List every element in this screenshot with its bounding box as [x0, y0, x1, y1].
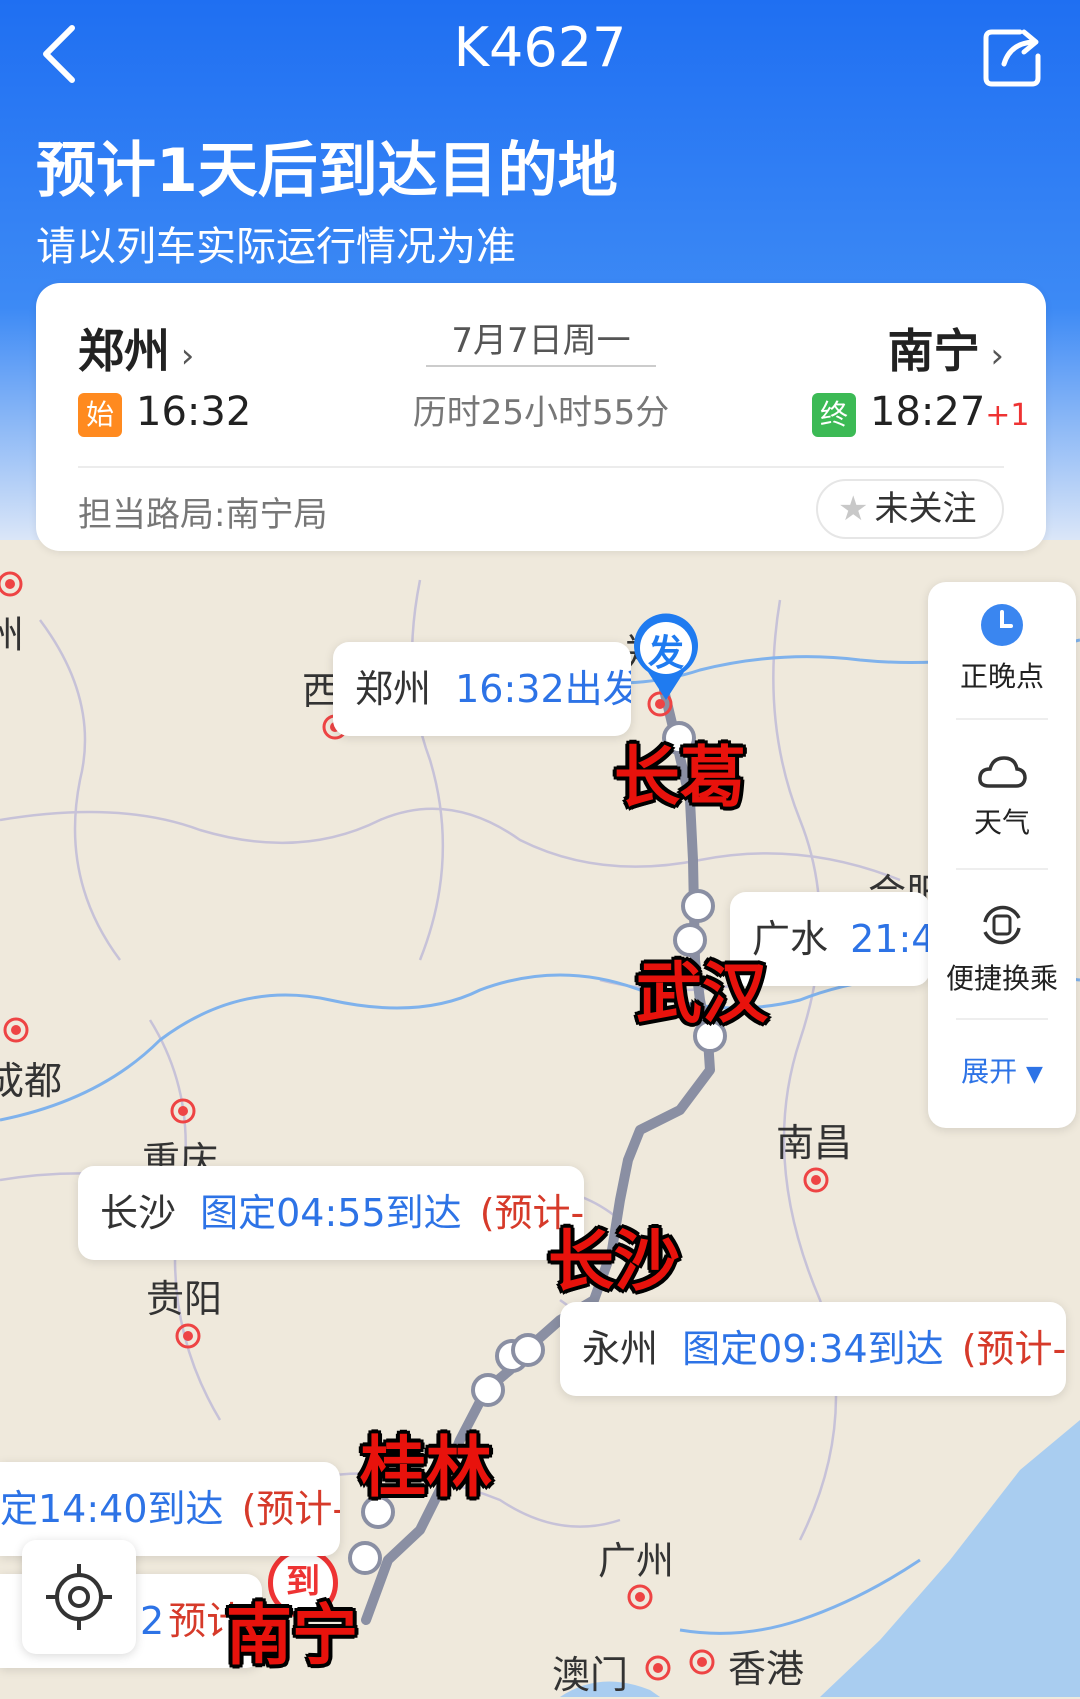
triangle-down-icon: ▼ [1026, 1062, 1043, 1087]
callout-zhengzhou[interactable]: 郑州 16:32出发 [333, 642, 631, 736]
day-offset: +1 [985, 398, 1030, 433]
journey-card: 郑州 › 始 16:32 7月7日周一 历时25小时55分 南宁 › 终 18:… [36, 283, 1046, 551]
eta-heading: 预计1天后到达目的地 [36, 136, 618, 206]
locate-button[interactable] [22, 1540, 136, 1654]
overlay-label-changsha: 长沙 [548, 1223, 680, 1300]
callout-changsha[interactable]: 长沙 图定04:55到达 (预计--) [78, 1166, 584, 1260]
transfer-button[interactable]: 便捷换乘 [928, 900, 1076, 997]
share-icon [983, 29, 1041, 87]
chevron-right-icon: › [979, 336, 1004, 376]
map-label-guiyang: 贵阳 [146, 1277, 223, 1321]
start-pin-label: 发 [647, 633, 684, 674]
train-number-title: K4627 [453, 16, 627, 79]
cloud-icon [978, 756, 1027, 788]
callout-yongzhou[interactable]: 永州 图定09:34到达 (预计--) [560, 1302, 1066, 1396]
end-tag: 终 [812, 393, 856, 437]
weather-button[interactable]: 天气 [928, 750, 1076, 841]
overlay-label-guilin: 桂林 [360, 1429, 492, 1506]
notice-text: 请以列车实际运行情况为准 [36, 224, 516, 270]
crosshair-icon [46, 1564, 112, 1630]
map-side-panel: 正晚点 天气 便捷换乘 展开 ▼ [928, 582, 1076, 1128]
punctuality-button[interactable]: 正晚点 [928, 602, 1076, 695]
share-button[interactable] [980, 22, 1048, 90]
map-label-nanchang: 南昌 [776, 1121, 853, 1165]
map-label-zhou: 州 [0, 613, 25, 657]
overlay-label-wuhan: 武汉 [636, 955, 768, 1032]
arrival-time: 18:27+1 [870, 389, 1030, 435]
overlay-label-changge: 长葛 [614, 739, 746, 816]
expand-button[interactable]: 展开 ▼ [928, 1050, 1076, 1090]
arrival-station[interactable]: 南宁 › [888, 315, 1004, 381]
transfer-icon [983, 905, 1021, 945]
star-icon: ★ [838, 489, 869, 529]
map-label-guangzhou: 广州 [598, 1539, 675, 1583]
railway-bureau: 担当路局:南宁局 [78, 495, 328, 535]
map-label-chengdu: 成都 [0, 1059, 63, 1103]
start-pin[interactable]: 发 [628, 612, 704, 702]
overlay-label-nanning: 南宁 [226, 1597, 358, 1674]
map-label-macau: 澳门 [552, 1653, 629, 1697]
clock-icon [981, 604, 1023, 646]
follow-button[interactable]: ★ 未关注 [816, 479, 1004, 539]
card-divider [78, 466, 1004, 468]
map-label-hongkong: 香港 [728, 1647, 805, 1691]
date-arrow-line [426, 365, 656, 367]
